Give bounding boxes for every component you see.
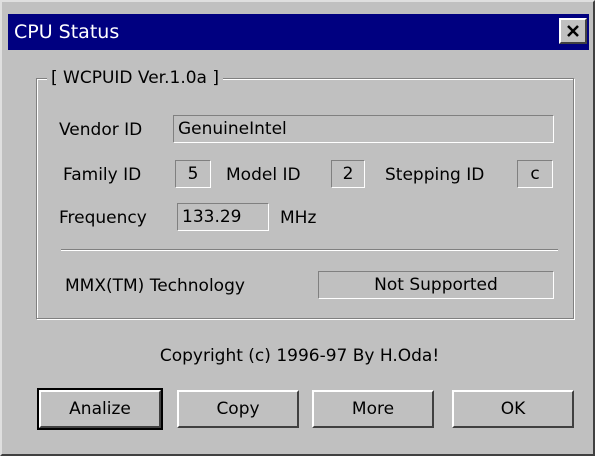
- frequency-label: Frequency: [59, 208, 147, 228]
- family-id-field: 5: [175, 160, 211, 188]
- model-id-label: Model ID: [226, 165, 301, 185]
- model-id-field: 2: [331, 160, 365, 188]
- close-icon: [567, 25, 579, 37]
- stepping-id-field: c: [517, 160, 553, 188]
- copy-button[interactable]: Copy: [177, 390, 299, 428]
- vendor-id-label: Vendor ID: [59, 120, 143, 140]
- frequency-field: 133.29: [177, 203, 269, 231]
- family-id-label: Family ID: [63, 165, 142, 185]
- group-legend: [ WCPUID Ver.1.0a ]: [47, 65, 224, 91]
- stepping-id-label: Stepping ID: [385, 165, 485, 185]
- cpu-status-window: CPU Status [ WCPUID Ver.1.0a ] Vendor ID…: [0, 0, 595, 456]
- title-bar[interactable]: CPU Status: [8, 14, 589, 50]
- mmx-label: MMX(TM) Technology: [65, 276, 245, 296]
- vendor-id-field: GenuineIntel: [173, 115, 554, 143]
- mmx-field: Not Supported: [318, 271, 554, 299]
- copyright-text: Copyright (c) 1996-97 By H.Oda!: [159, 346, 440, 366]
- frequency-unit: MHz: [280, 208, 317, 228]
- window-title: CPU Status: [14, 21, 120, 43]
- info-group-box: [ WCPUID Ver.1.0a ] Vendor ID GenuineInt…: [36, 65, 574, 319]
- close-button[interactable]: [559, 18, 587, 44]
- more-button[interactable]: More: [312, 390, 434, 428]
- analize-button[interactable]: Analize: [37, 388, 163, 430]
- divider: [61, 249, 558, 251]
- ok-button[interactable]: OK: [452, 390, 574, 428]
